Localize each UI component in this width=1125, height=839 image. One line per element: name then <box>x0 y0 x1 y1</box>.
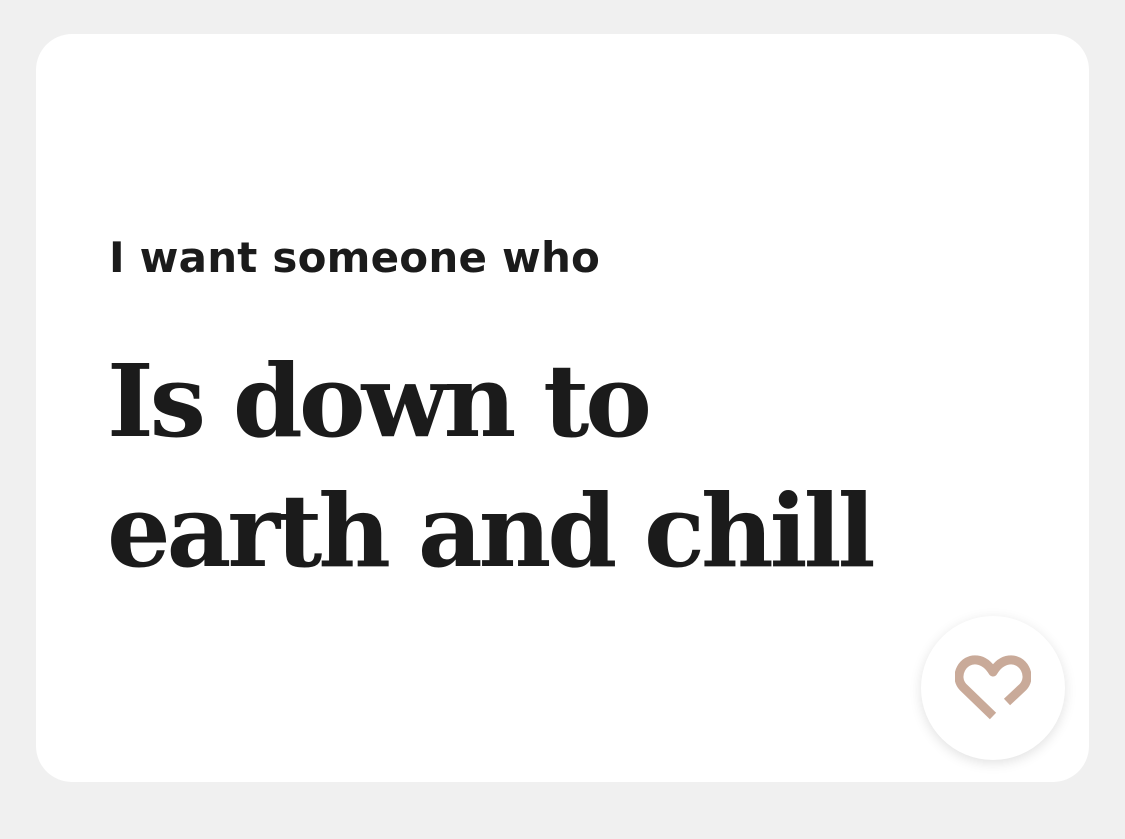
like-button[interactable] <box>921 616 1065 760</box>
prompt-label: I want someone who <box>109 233 601 282</box>
prompt-answer: Is down to earth and chill <box>107 342 876 590</box>
prompt-card: I want someone who Is down to earth and … <box>36 34 1089 782</box>
heart-icon <box>955 654 1031 722</box>
